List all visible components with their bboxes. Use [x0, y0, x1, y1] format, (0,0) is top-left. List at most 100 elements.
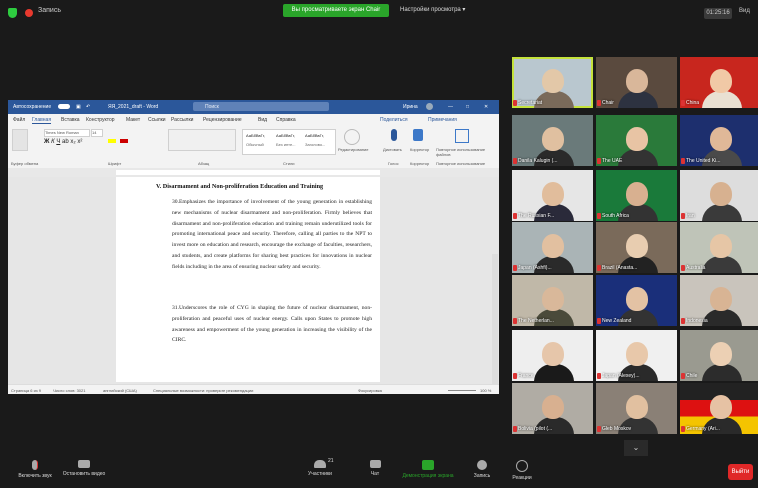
video-tile[interactable]: The Russian F...	[512, 170, 593, 221]
record-button[interactable]: Запись	[465, 458, 499, 479]
minimize-icon[interactable]: —	[448, 104, 453, 110]
leave-button[interactable]: Выйти	[728, 464, 753, 480]
undo-icon[interactable]: ↶	[86, 104, 90, 110]
tab-view[interactable]: Вид	[258, 117, 267, 123]
zoom-slider[interactable]	[448, 390, 476, 391]
muted-mic-icon	[513, 373, 517, 379]
styles-gallery[interactable]: АаБбВвГг, АаБбВвГг, АаБбВвГг, Обычный Бе…	[242, 129, 336, 155]
editor-icon[interactable]	[413, 129, 423, 141]
status-language[interactable]: английский (США)	[103, 388, 137, 393]
video-tile[interactable]: South Africa	[596, 170, 677, 221]
participant-name: Chair	[602, 100, 614, 106]
video-tile[interactable]: France	[512, 330, 593, 381]
mute-button[interactable]: Включить звук	[10, 458, 60, 479]
participant-name: South Africa	[602, 213, 629, 219]
status-accessibility[interactable]: Специальные возможности: проверьте реком…	[153, 388, 253, 393]
video-tile[interactable]: Chair	[596, 57, 677, 108]
video-tile[interactable]: Japan (Alexey)...	[596, 330, 677, 381]
share-button[interactable]: Поделиться	[380, 117, 408, 123]
participants-button[interactable]: Участники 21	[300, 458, 340, 477]
video-tile[interactable]: Indonesia	[680, 275, 758, 326]
video-tile[interactable]: The United Ki...	[680, 115, 758, 166]
font-name-select[interactable]: Times New Roman	[44, 129, 90, 137]
video-tile[interactable]: Brazil (Anasta...	[596, 222, 677, 273]
maximize-icon[interactable]: □	[466, 104, 469, 110]
find-icon[interactable]	[344, 129, 360, 145]
paste-button[interactable]	[12, 129, 28, 151]
video-tile[interactable]: New Zealand	[596, 275, 677, 326]
tab-design[interactable]: Конструктор	[86, 117, 115, 123]
video-tile[interactable]: Gleb Moskov	[596, 383, 677, 434]
autosave-toggle[interactable]	[58, 104, 70, 109]
microphone-muted-icon	[32, 460, 38, 470]
view-toggle-button[interactable]: Вид	[739, 8, 750, 14]
video-tile[interactable]: Japan (Ashfi)...	[512, 222, 593, 273]
close-icon[interactable]: ✕	[484, 104, 488, 110]
group-label-clipboard: Буфер обмена	[11, 161, 39, 166]
muted-mic-icon	[513, 265, 517, 271]
share-screen-button[interactable]: Демонстрация экрана	[396, 458, 460, 479]
tab-layout[interactable]: Макет	[126, 117, 140, 123]
tab-references[interactable]: Ссылки	[148, 117, 166, 123]
editor-label[interactable]: Корректор	[410, 147, 429, 152]
dictate-label[interactable]: Диктовать	[383, 147, 402, 152]
avatar[interactable]	[426, 103, 433, 110]
video-tile[interactable]: Chile	[680, 330, 758, 381]
status-words[interactable]: Число слов: 3021	[53, 388, 85, 393]
chat-button[interactable]: Чат	[360, 458, 390, 477]
muted-mic-icon	[681, 158, 685, 164]
muted-mic-icon	[681, 100, 685, 106]
font-size-select[interactable]: 14	[91, 129, 103, 137]
reactions-label: Реакции	[512, 475, 532, 481]
reuse-files-icon[interactable]	[455, 129, 469, 143]
save-icon[interactable]: ▣	[76, 104, 81, 110]
participant-face	[710, 182, 732, 206]
group-label-paragraph: Абзац	[198, 161, 210, 166]
muted-mic-icon	[597, 318, 601, 324]
participants-icon	[314, 460, 326, 468]
status-page[interactable]: Страница 6 из 9	[11, 388, 41, 393]
style-heading-sample[interactable]: АаБбВвГг,	[305, 133, 324, 138]
participant-body	[702, 309, 742, 326]
video-button[interactable]: Остановить видео	[58, 458, 110, 477]
video-tile[interactable]: Germany (Ari...	[680, 383, 758, 434]
paragraph-controls[interactable]	[168, 129, 236, 151]
chevron-down-icon[interactable]: ⌄	[624, 440, 648, 456]
microphone-icon[interactable]	[391, 129, 397, 141]
video-tile[interactable]: Bolivia (pilot (...	[512, 383, 593, 434]
tab-mailings[interactable]: Рассылки	[171, 117, 193, 123]
video-tile[interactable]: The UAE	[596, 115, 677, 166]
video-tile[interactable]: China	[680, 57, 758, 108]
editing-label[interactable]: Редактирование	[338, 147, 368, 152]
video-tile[interactable]: Australia	[680, 222, 758, 273]
video-tile[interactable]: Iran	[680, 170, 758, 221]
word-search-box[interactable]: Поиск	[193, 102, 329, 111]
participant-name: The United Ki...	[686, 158, 721, 164]
security-shield-icon[interactable]	[8, 8, 17, 18]
participant-face	[542, 127, 564, 151]
zoom-level[interactable]: 100 %	[480, 388, 491, 393]
video-tile[interactable]: Danila Kalugin (...	[512, 115, 593, 166]
video-tile[interactable]: The Netherlan...	[512, 275, 593, 326]
reactions-button[interactable]: Реакции	[505, 458, 539, 481]
horizontal-ruler[interactable]	[8, 168, 499, 177]
tab-insert[interactable]: Вставка	[61, 117, 80, 123]
comments-button[interactable]: Примечания	[428, 117, 457, 123]
tab-review[interactable]: Рецензирование	[203, 117, 242, 123]
style-normal-sample[interactable]: АаБбВвГг,	[246, 133, 265, 138]
highlight-color-icon[interactable]	[108, 139, 116, 143]
tab-home[interactable]: Главная	[32, 117, 52, 124]
style-nospacing-sample[interactable]: АаБбВвГг,	[276, 133, 295, 138]
reuse-files-label[interactable]: Повторное использование файлов	[436, 147, 494, 157]
video-camera-icon	[78, 460, 90, 468]
tab-help[interactable]: Справка	[276, 117, 296, 123]
font-color-icon[interactable]	[120, 139, 128, 143]
muted-mic-icon	[513, 100, 517, 106]
view-options-menu[interactable]: Настройки просмотра ▾	[400, 6, 465, 13]
focus-mode[interactable]: Фокусировка	[358, 388, 382, 393]
video-tile[interactable]: Secretariat	[512, 57, 593, 108]
vertical-scrollbar[interactable]	[492, 254, 498, 394]
format-bold-italic-underline[interactable]: Ж К Ч ab x₂ x²	[44, 139, 82, 145]
document-page[interactable]: V. Disarmament and Non-proliferation Edu…	[116, 177, 380, 382]
tab-file[interactable]: Файл	[13, 117, 25, 123]
